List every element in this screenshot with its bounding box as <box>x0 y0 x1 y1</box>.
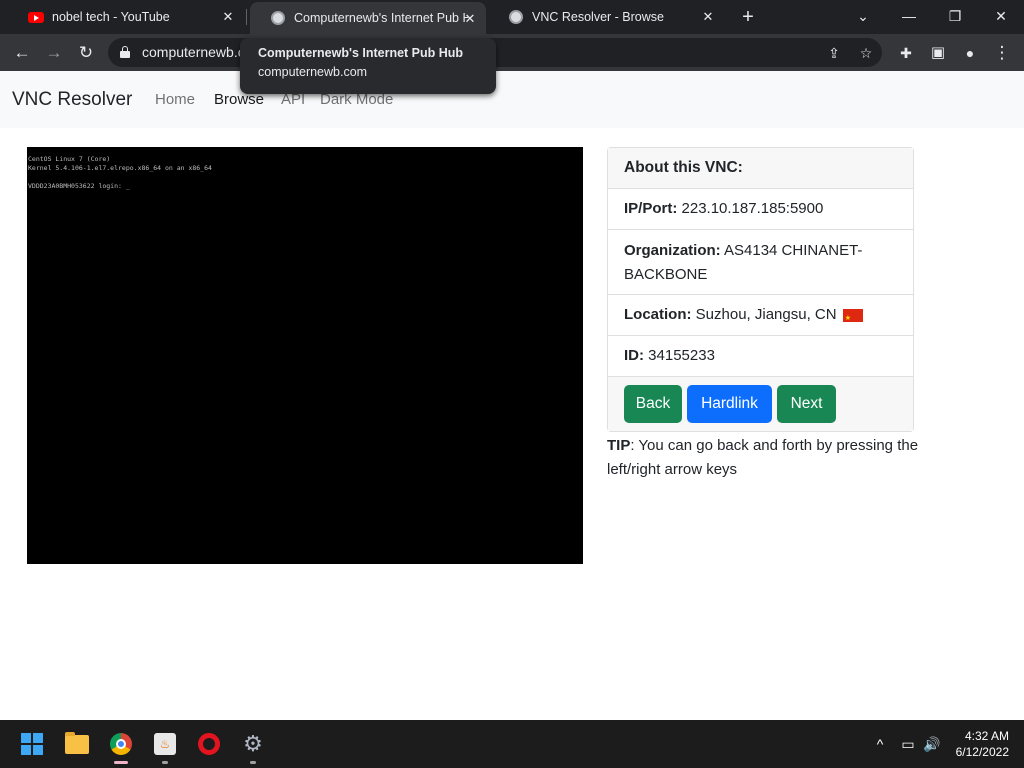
back-icon[interactable]: ← <box>10 41 34 65</box>
page-content: VNC Resolver Home Browse API Dark Mode C… <box>0 71 1024 720</box>
card-footer: Back Hardlink Next <box>608 377 913 431</box>
tab-youtube[interactable]: nobel tech - YouTube ✕ <box>8 0 244 34</box>
side-panel-icon[interactable]: ▣ <box>926 41 950 65</box>
window-close-icon[interactable]: ✕ <box>989 4 1013 28</box>
new-tab-button[interactable]: + <box>737 6 759 28</box>
lock-icon[interactable] <box>120 46 130 58</box>
tab-search-icon[interactable]: ⌄ <box>851 4 875 28</box>
ip-port-value: 223.10.187.185:5900 <box>681 200 824 217</box>
hover-card-url: computernewb.com <box>258 65 368 79</box>
settings-icon[interactable]: ⚙ <box>237 728 269 764</box>
china-flag-icon <box>842 307 863 331</box>
clock-date: 6/12/2022 <box>955 745 1009 759</box>
location-row: Location: Suzhou, Jiangsu, CN <box>608 295 913 336</box>
tab-divider <box>246 9 247 25</box>
tip-text: : You can go back and forth by pressing … <box>607 437 919 478</box>
network-icon[interactable]: ▭ <box>898 734 918 754</box>
tab-strip: nobel tech - YouTube ✕ Computernewb's In… <box>0 0 1024 34</box>
tab-pub-hub[interactable]: Computernewb's Internet Pub Hub ✕ <box>250 2 486 34</box>
id-label: ID: <box>624 347 644 364</box>
volume-icon[interactable]: 🔊 <box>922 734 942 754</box>
file-explorer-icon[interactable] <box>61 728 93 760</box>
location-value: Suzhou, Jiangsu, CN <box>695 306 837 323</box>
pub-hub-icon <box>508 9 524 25</box>
browser-toolbar: ← → ↻ computernewb.c ⇪ ☆ ✚ ▣ ● ⋮ <box>0 34 1024 71</box>
close-icon[interactable]: ✕ <box>700 9 716 25</box>
minimize-icon[interactable]: — <box>897 4 921 28</box>
running-indicator <box>162 761 168 764</box>
bookmark-star-icon[interactable]: ☆ <box>856 43 876 63</box>
back-button[interactable]: Back <box>624 385 682 423</box>
tab-title: Computernewb's Internet Pub Hub <box>294 11 468 25</box>
navigation-tip: TIP: You can go back and forth by pressi… <box>607 434 927 482</box>
system-clock[interactable]: 4:32 AM 6/12/2022 <box>956 728 1009 760</box>
opera-icon[interactable] <box>193 728 225 760</box>
tab-hover-card: Computernewb's Internet Pub Hub computer… <box>240 38 496 94</box>
console-line: VDDD23A0BMH053622 login: _ <box>28 182 130 190</box>
tip-label: TIP <box>607 437 631 454</box>
clock-time: 4:32 AM <box>964 729 1009 743</box>
ip-port-label: IP/Port: <box>624 200 678 217</box>
chrome-icon[interactable] <box>105 728 137 764</box>
next-button[interactable]: Next <box>777 385 836 423</box>
card-header: About this VNC: <box>608 148 913 189</box>
tab-title: nobel tech - YouTube <box>52 10 170 24</box>
site-brand[interactable]: VNC Resolver <box>12 89 132 111</box>
nav-home[interactable]: Home <box>155 91 195 108</box>
close-icon[interactable]: ✕ <box>462 11 478 27</box>
console-line: Kernel 5.4.106-1.el7.elrepo.x86_64 on an… <box>28 164 212 172</box>
pub-hub-icon <box>270 10 286 26</box>
id-row: ID: 34155233 <box>608 336 913 377</box>
reload-icon[interactable]: ↻ <box>74 41 98 65</box>
close-icon[interactable]: ✕ <box>220 9 236 25</box>
forward-icon[interactable]: → <box>42 41 66 65</box>
console-line: CentOS Linux 7 (Core) <box>28 155 111 163</box>
youtube-icon <box>28 9 44 25</box>
running-indicator <box>114 761 128 764</box>
tray-chevron-icon[interactable]: ^ <box>870 734 890 754</box>
location-label: Location: <box>624 306 692 323</box>
organization-row: Organization: AS4134 CHINANET-BACKBONE <box>608 230 913 295</box>
hover-card-title: Computernewb's Internet Pub Hub <box>258 46 464 60</box>
menu-icon[interactable]: ⋮ <box>990 41 1014 65</box>
restore-icon[interactable]: ❐ <box>943 4 967 28</box>
id-value: 34155233 <box>648 347 715 364</box>
organization-label: Organization: <box>624 242 721 259</box>
ip-port-row: IP/Port: 223.10.187.185:5900 <box>608 189 913 230</box>
java-icon[interactable]: ♨ <box>149 728 181 764</box>
hardlink-button[interactable]: Hardlink <box>687 385 772 423</box>
vnc-info-card: About this VNC: IP/Port: 223.10.187.185:… <box>607 147 914 432</box>
site-navbar: VNC Resolver Home Browse API Dark Mode <box>0 71 1024 128</box>
tab-vnc-resolver[interactable]: VNC Resolver - Browse ✕ <box>488 0 724 34</box>
url-text[interactable]: computernewb.c <box>142 44 245 60</box>
extensions-icon[interactable]: ✚ <box>894 41 918 65</box>
tab-title: VNC Resolver - Browse <box>532 10 664 24</box>
start-icon[interactable] <box>16 728 48 760</box>
taskbar: ♨ ⚙ ^ ▭ 🔊 4:32 AM 6/12/2022 <box>0 720 1024 768</box>
vnc-screenshot: CentOS Linux 7 (Core) Kernel 5.4.106-1.e… <box>27 147 583 564</box>
share-icon[interactable]: ⇪ <box>824 43 844 63</box>
running-indicator <box>250 761 256 764</box>
profile-icon[interactable]: ● <box>958 41 982 65</box>
